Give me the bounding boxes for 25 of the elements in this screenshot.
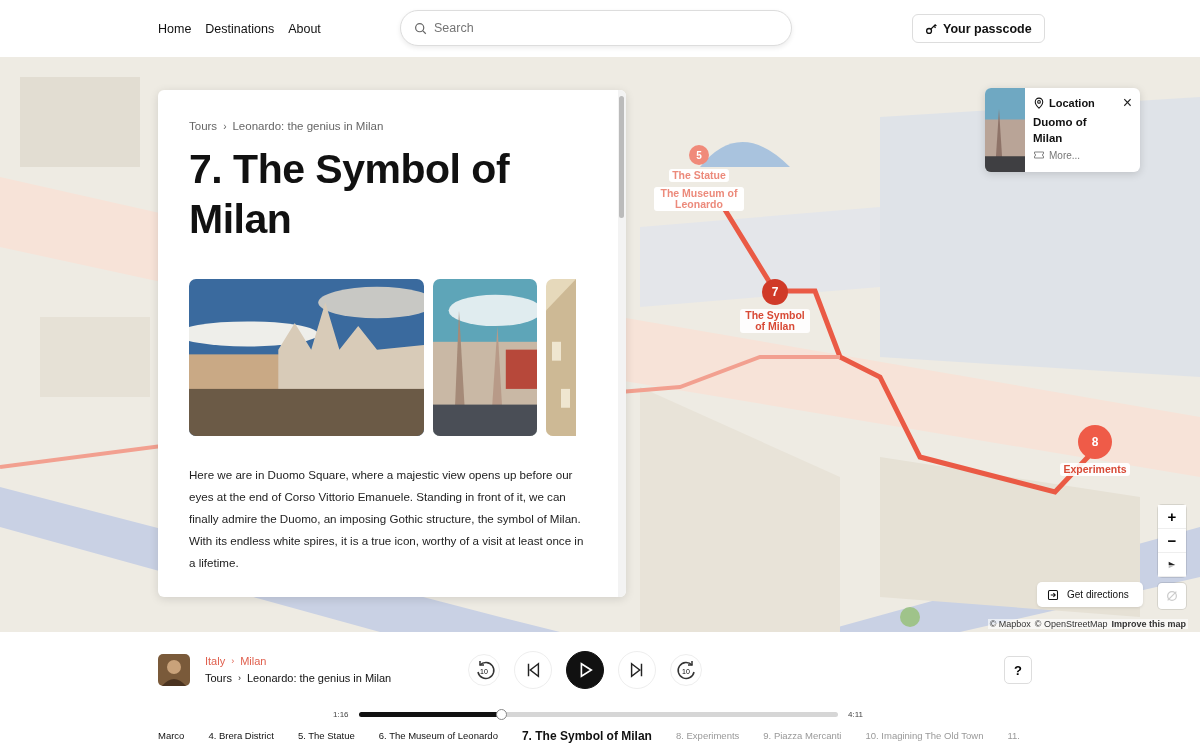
breadcrumb-separator: › xyxy=(237,673,241,683)
previous-button[interactable] xyxy=(514,650,552,689)
nav-link[interactable]: Destinations xyxy=(205,21,275,36)
help-button[interactable]: ? xyxy=(1004,656,1032,684)
chapter-tab[interactable]: 5. The Statue xyxy=(297,730,355,741)
play-button[interactable] xyxy=(566,650,604,689)
chapter-tab[interactable]: 6. The Museum of Leonardo xyxy=(378,730,498,741)
elapsed-time: 1:16 xyxy=(333,709,349,719)
search-icon xyxy=(414,22,427,35)
next-button[interactable] xyxy=(618,650,656,689)
tour-link[interactable]: Leonardo: the genius in Milan xyxy=(246,672,392,684)
chapter-tab[interactable]: 7. The Symbol of Milan xyxy=(521,728,652,743)
duration-time: 4:11 xyxy=(848,709,863,719)
chapter-tab[interactable]: Marco xyxy=(158,730,185,741)
city-link[interactable]: Milan xyxy=(240,655,267,667)
tours-link[interactable]: Tours xyxy=(205,672,232,684)
chapter-tab[interactable]: 4. Brera District xyxy=(208,730,274,741)
nav-link[interactable]: About xyxy=(288,21,321,36)
key-icon xyxy=(925,22,938,35)
passcode-button[interactable]: Your passcode xyxy=(912,14,1045,43)
nav-link[interactable]: Home xyxy=(158,21,192,36)
country-link[interactable]: Italy xyxy=(205,655,226,667)
breadcrumb-separator: › xyxy=(231,656,235,666)
progress-slider[interactable] xyxy=(358,711,838,717)
search-field[interactable]: Search xyxy=(400,10,792,46)
